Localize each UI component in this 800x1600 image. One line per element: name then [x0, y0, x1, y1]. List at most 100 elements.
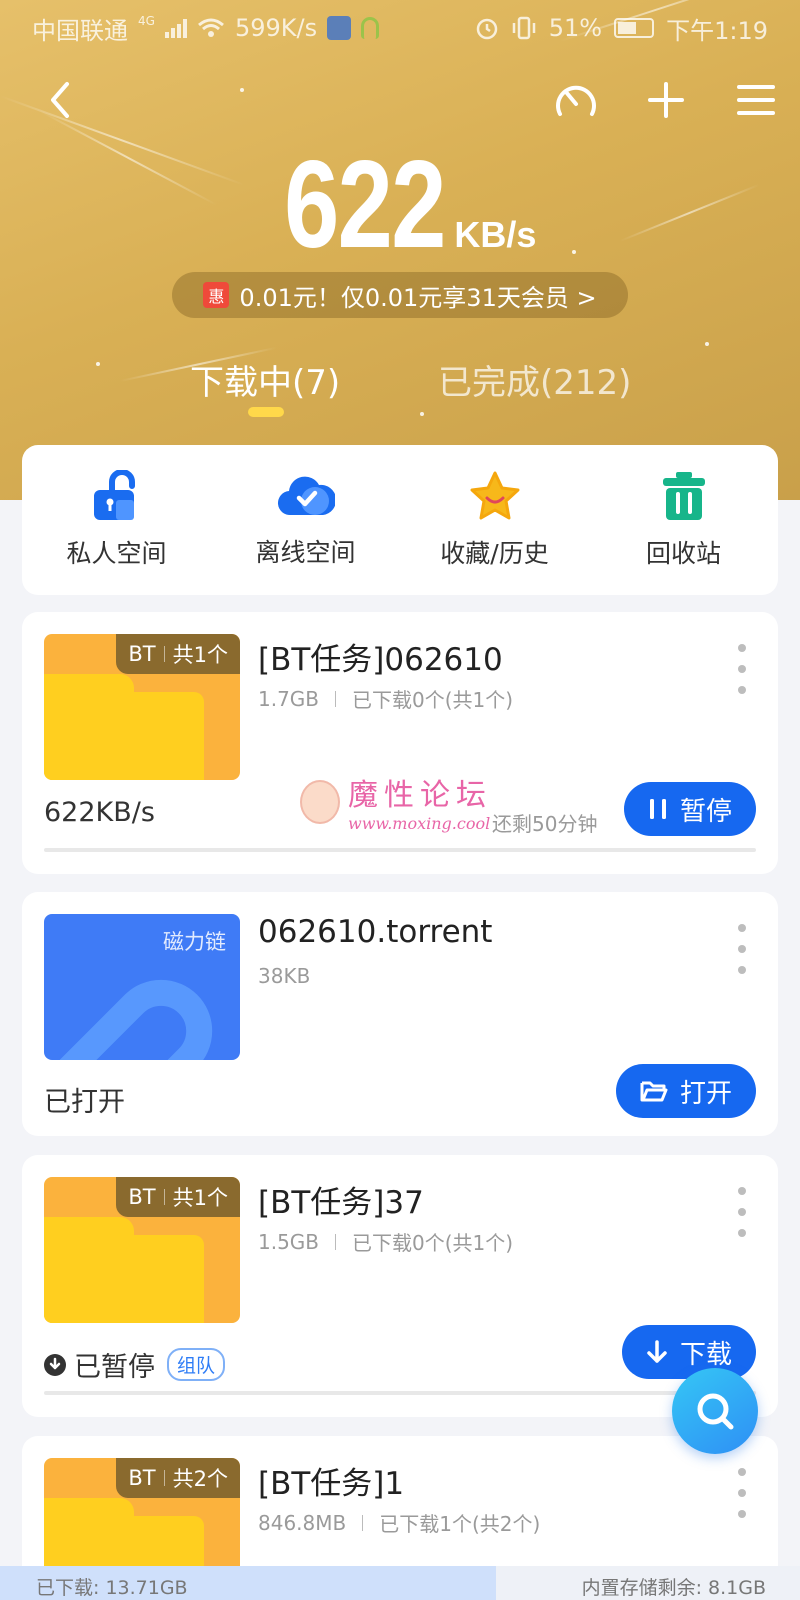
- task-meta: 38KB: [258, 964, 310, 988]
- add-task-button[interactable]: [636, 70, 696, 130]
- network-type: 4G: [138, 14, 155, 28]
- active-tab-indicator: [248, 407, 284, 417]
- pause-label: 暂停: [679, 796, 732, 827]
- cloud-check-icon: [277, 476, 335, 516]
- speedometer-icon: [556, 85, 596, 116]
- download-label: 下载: [679, 1339, 732, 1370]
- trash-icon: [662, 472, 705, 520]
- shortcut-favorites-history[interactable]: 收藏/历史: [400, 445, 589, 595]
- pause-icon: [649, 799, 666, 819]
- task-status: 已打开: [44, 1087, 125, 1118]
- more-options-button[interactable]: [730, 924, 754, 974]
- magnet-thumbnail: 磁力链: [44, 914, 240, 1060]
- bt-badge: BT 共1个: [116, 1177, 240, 1217]
- more-options-button[interactable]: [730, 1187, 754, 1237]
- task-title: [BT任务]37: [258, 1185, 424, 1221]
- forum-watermark: 魔性论坛 www.moxing.cool: [300, 770, 492, 833]
- speed-value: 622: [283, 136, 446, 274]
- team-tag[interactable]: 组队: [167, 1348, 226, 1381]
- task-meta: 846.8MB 已下载1个(共2个): [258, 1508, 540, 1537]
- folder-thumbnail: BT 共1个: [44, 634, 240, 780]
- wifi-icon: [197, 18, 224, 37]
- task-card[interactable]: 磁力链 062610.torrent 38KB 已打开 打开: [22, 892, 778, 1136]
- speed-mode-button[interactable]: [546, 70, 606, 130]
- vibrate-icon: [512, 16, 535, 40]
- folder-open-icon: [640, 1081, 668, 1102]
- shortcut-label: 收藏/历史: [440, 539, 549, 568]
- shortcut-offline-space[interactable]: 离线空间: [211, 445, 400, 595]
- current-speed: 622 KB/s: [0, 140, 800, 270]
- task-size: 1.5GB: [258, 1229, 320, 1254]
- shortcut-recycle-bin[interactable]: 回收站: [589, 445, 778, 595]
- folder-thumbnail: BT 共1个: [44, 1177, 240, 1323]
- lock-icon: [93, 470, 135, 520]
- task-meta: 1.5GB 已下载0个(共1个): [258, 1227, 513, 1256]
- clock: 下午1:19: [666, 16, 768, 45]
- task-progress-count: 已下载0个(共1个): [352, 1231, 514, 1255]
- shortcut-private-space[interactable]: 私人空间: [22, 445, 211, 595]
- speed-unit: KB/s: [454, 214, 537, 255]
- promo-text: 0.01元！仅0.01元享31天会员 >: [239, 283, 597, 312]
- magnet-label: 磁力链: [163, 930, 226, 954]
- downloaded-total: 已下载: 13.71GB: [36, 1577, 188, 1599]
- carrier-label: 中国联通: [32, 16, 128, 45]
- download-circle-icon: [44, 1353, 66, 1376]
- more-options-button[interactable]: [730, 644, 754, 694]
- time-remaining: 还剩50分钟: [492, 812, 598, 836]
- download-button[interactable]: 下载: [621, 1325, 756, 1379]
- shortcut-label: 回收站: [645, 539, 721, 568]
- task-card[interactable]: BT 共1个 [BT任务]37 1.5GB 已下载0个(共1个) 已暂停 组队 下载: [22, 1155, 778, 1417]
- bt-badge: BT 共1个: [116, 634, 240, 674]
- arrow-down-icon: [647, 1340, 667, 1363]
- headset-icon: [361, 17, 380, 39]
- alarm-icon: [476, 18, 497, 40]
- shortcut-panel: 私人空间 离线空间 收藏/历史 回收站: [22, 445, 778, 595]
- search-icon: [697, 1393, 734, 1430]
- nav-bar: [0, 70, 800, 140]
- progress-bar: [44, 1391, 756, 1395]
- net-speed: 599K/s: [234, 14, 318, 42]
- signal-icon: [164, 18, 187, 38]
- task-progress-count: 已下载1个(共2个): [379, 1512, 541, 1536]
- storage-remaining: 内置存储剩余: 8.1GB: [581, 1577, 766, 1599]
- open-label: 打开: [679, 1078, 732, 1109]
- star-icon: [470, 471, 519, 520]
- tab-completed[interactable]: 已完成(212): [438, 355, 631, 404]
- bt-badge: BT 共2个: [116, 1458, 240, 1498]
- task-size: 38KB: [258, 964, 311, 988]
- battery-icon: [614, 18, 655, 38]
- task-title: [BT任务]062610: [258, 642, 503, 678]
- task-title: 062610.torrent: [258, 914, 493, 950]
- download-tabs: 下载中(7) 已完成(212): [0, 355, 800, 415]
- hamburger-menu-icon: [737, 85, 775, 115]
- back-button[interactable]: [30, 70, 90, 130]
- search-fab[interactable]: [672, 1368, 758, 1454]
- vip-promo-banner[interactable]: 惠 0.01元！仅0.01元享31天会员 >: [172, 272, 628, 318]
- menu-button[interactable]: [726, 70, 786, 130]
- shortcut-label: 私人空间: [66, 539, 167, 568]
- plus-icon: [648, 82, 684, 118]
- promo-tag: 惠: [203, 282, 230, 308]
- storage-footer: 已下载: 13.71GB 内置存储剩余: 8.1GB: [0, 1566, 800, 1600]
- task-size: 846.8MB: [258, 1510, 347, 1535]
- battery-percent: 51%: [548, 14, 603, 42]
- download-speed: 622KB/s: [44, 797, 155, 828]
- tab-downloading[interactable]: 下载中(7): [190, 355, 340, 404]
- task-progress-count: 已下载0个(共1个): [352, 688, 514, 712]
- task-size: 1.7GB: [258, 686, 320, 711]
- task-meta: 1.7GB 已下载0个(共1个): [258, 684, 513, 713]
- pause-button[interactable]: 暂停: [623, 782, 756, 836]
- more-options-button[interactable]: [730, 1468, 754, 1518]
- paused-label: 已暂停: [74, 1352, 155, 1383]
- chevron-left-icon: [51, 82, 69, 118]
- app-notify-icon: [327, 16, 352, 40]
- open-button[interactable]: 打开: [615, 1064, 756, 1118]
- task-status: 已暂停 组队: [44, 1345, 226, 1384]
- watermark-url: www.moxing.cool: [348, 814, 491, 833]
- shortcut-label: 离线空间: [255, 538, 356, 567]
- watermark-title: 魔性论坛: [348, 778, 492, 813]
- task-card[interactable]: BT 共1个 [BT任务]062610 1.7GB 已下载0个(共1个) 622KB…: [22, 612, 778, 874]
- task-title: [BT任务]1: [258, 1466, 405, 1502]
- watermark-avatar: [300, 779, 340, 824]
- progress-bar: [44, 848, 756, 852]
